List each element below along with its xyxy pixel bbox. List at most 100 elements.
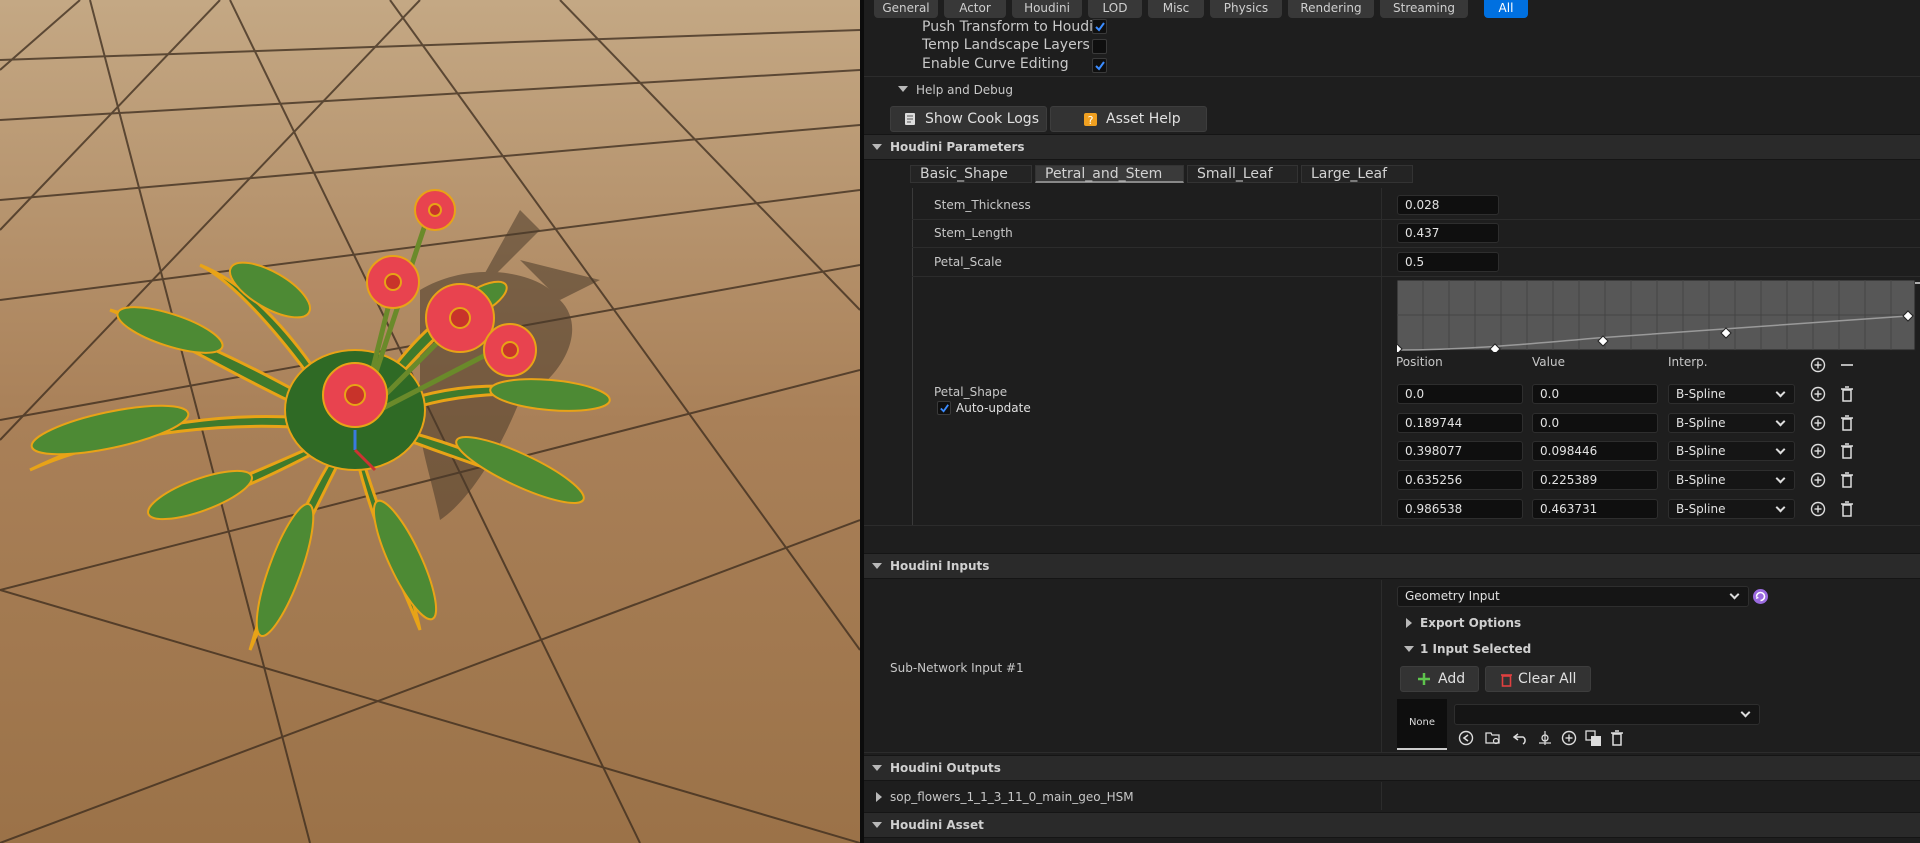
help-debug-expand-icon[interactable] (898, 86, 908, 92)
sub-network-input-label: Sub-Network Input #1 (890, 661, 1024, 675)
ramp-curve-editor[interactable] (1397, 280, 1917, 352)
tab-physics[interactable]: Physics (1210, 0, 1282, 18)
value-input[interactable]: 0.225389 (1532, 470, 1658, 490)
temp-landscape-label: Temp Landscape Layers (922, 37, 1090, 53)
interp-column-header: Interp. (1668, 355, 1708, 369)
tab-all[interactable]: All (1484, 0, 1528, 18)
select-in-viewport-icon[interactable] (1537, 730, 1553, 746)
remove-point-icon[interactable] (1839, 357, 1855, 373)
chevron-down-icon (1775, 416, 1786, 427)
asset-help-label: Asset Help (1106, 111, 1181, 127)
tab-basic-shape[interactable]: Basic_Shape (910, 165, 1032, 183)
interp-dropdown[interactable]: B-Spline (1668, 413, 1795, 433)
add-input-button[interactable]: Add (1400, 666, 1479, 692)
input-thumbnail[interactable]: None (1397, 699, 1447, 750)
auto-update-checkbox[interactable] (937, 401, 951, 415)
chevron-down-icon (1775, 387, 1786, 398)
interp-dropdown[interactable]: B-Spline (1668, 384, 1795, 404)
refresh-icon[interactable] (1752, 588, 1769, 605)
tab-petral-and-stem[interactable]: Petral_and_Stem (1035, 165, 1184, 183)
tab-rendering[interactable]: Rendering (1288, 0, 1374, 18)
value-input[interactable]: 0.463731 (1532, 499, 1658, 519)
plus-icon (1418, 673, 1430, 685)
add-input-label: Add (1438, 671, 1466, 687)
insert-point-icon[interactable] (1810, 501, 1826, 517)
temp-landscape-checkbox[interactable] (1092, 39, 1107, 54)
value-input[interactable]: 0.0 (1532, 384, 1658, 404)
clear-all-label: Clear All (1518, 671, 1577, 687)
interp-value: B-Spline (1676, 502, 1726, 516)
stem-thickness-input[interactable]: 0.028 (1397, 195, 1499, 215)
tab-actor[interactable]: Actor (944, 0, 1006, 18)
output-item-label[interactable]: sop_flowers_1_1_3_11_0_main_geo_HSM (890, 790, 1134, 804)
interp-dropdown[interactable]: B-Spline (1668, 441, 1795, 461)
reset-arrow-icon[interactable] (1513, 731, 1529, 745)
houdini-outputs-header[interactable]: Houdini Outputs (864, 755, 1920, 781)
position-input[interactable]: 0.0 (1397, 384, 1523, 404)
value-column-header: Value (1532, 355, 1565, 369)
collapse-arrow-icon (872, 822, 882, 828)
expand-corner-icon[interactable] (1914, 282, 1920, 296)
help-debug-title: Help and Debug (916, 83, 1014, 97)
insert-point-icon[interactable] (1810, 386, 1826, 402)
asset-help-button[interactable]: ? Asset Help (1050, 106, 1207, 132)
petal-scale-label: Petal_Scale (934, 255, 1002, 269)
add-circle-icon[interactable] (1561, 730, 1577, 746)
stem-length-input[interactable]: 0.437 (1397, 223, 1499, 243)
push-transform-checkbox[interactable] (1092, 19, 1107, 34)
input-selected-label: 1 Input Selected (1420, 642, 1532, 656)
asset-picker-dropdown[interactable] (1454, 704, 1760, 725)
trash-icon[interactable] (1610, 730, 1624, 746)
trash-icon[interactable] (1840, 472, 1854, 488)
tab-general[interactable]: General (874, 0, 938, 18)
tab-misc[interactable]: Misc (1148, 0, 1204, 18)
insert-point-icon[interactable] (1810, 472, 1826, 488)
input-selected-collapse-icon[interactable] (1404, 646, 1414, 652)
trash-icon[interactable] (1840, 415, 1854, 431)
position-input[interactable]: 0.189744 (1397, 413, 1523, 433)
insert-point-icon[interactable] (1810, 415, 1826, 431)
3d-viewport[interactable] (0, 0, 860, 843)
position-column-header: Position (1396, 355, 1443, 369)
export-options-label[interactable]: Export Options (1420, 616, 1521, 630)
output-expand-icon[interactable] (876, 792, 882, 802)
clear-all-button[interactable]: Clear All (1485, 666, 1591, 692)
browse-folder-icon[interactable] (1485, 730, 1502, 746)
tab-houdini[interactable]: Houdini (1012, 0, 1082, 18)
tab-lod[interactable]: LOD (1088, 0, 1142, 18)
interp-dropdown[interactable]: B-Spline (1668, 499, 1795, 519)
stem-length-label: Stem_Length (934, 226, 1013, 240)
value-input[interactable]: 0.0 (1532, 413, 1658, 433)
petal-scale-input[interactable]: 0.5 (1397, 252, 1499, 272)
scroll-icon (905, 113, 915, 125)
position-input[interactable]: 0.635256 (1397, 470, 1523, 490)
tab-streaming[interactable]: Streaming (1380, 0, 1468, 18)
chevron-down-icon (1729, 589, 1740, 600)
use-selected-icon[interactable] (1458, 730, 1474, 746)
enable-curve-label: Enable Curve Editing (922, 56, 1069, 72)
value-input[interactable]: 0.098446 (1532, 441, 1658, 461)
push-transform-label: Push Transform to Houdini (922, 19, 1094, 33)
tab-small-leaf[interactable]: Small_Leaf (1187, 165, 1298, 183)
tab-large-leaf[interactable]: Large_Leaf (1301, 165, 1413, 183)
houdini-asset-header[interactable]: Houdini Asset (864, 812, 1920, 838)
interp-dropdown[interactable]: B-Spline (1668, 470, 1795, 490)
duplicate-icon[interactable] (1585, 730, 1602, 747)
petal-shape-label: Petal_Shape (934, 385, 1008, 399)
insert-point-icon[interactable] (1810, 443, 1826, 459)
trash-icon (1501, 674, 1512, 687)
position-input[interactable]: 0.986538 (1397, 499, 1523, 519)
trash-icon[interactable] (1840, 443, 1854, 459)
houdini-parameters-header[interactable]: Houdini Parameters (864, 134, 1920, 160)
houdini-inputs-header[interactable]: Houdini Inputs (864, 553, 1920, 579)
input-type-dropdown[interactable]: Geometry Input (1397, 586, 1749, 607)
enable-curve-checkbox[interactable] (1092, 58, 1107, 73)
trash-icon[interactable] (1840, 386, 1854, 402)
show-cook-logs-button[interactable]: Show Cook Logs (890, 106, 1047, 132)
export-options-expand-icon[interactable] (1406, 618, 1412, 628)
interp-value: B-Spline (1676, 473, 1726, 487)
trash-icon[interactable] (1840, 501, 1854, 517)
position-input[interactable]: 0.398077 (1397, 441, 1523, 461)
add-point-icon[interactable] (1810, 357, 1826, 373)
stem-thickness-label: Stem_Thickness (934, 198, 1031, 212)
